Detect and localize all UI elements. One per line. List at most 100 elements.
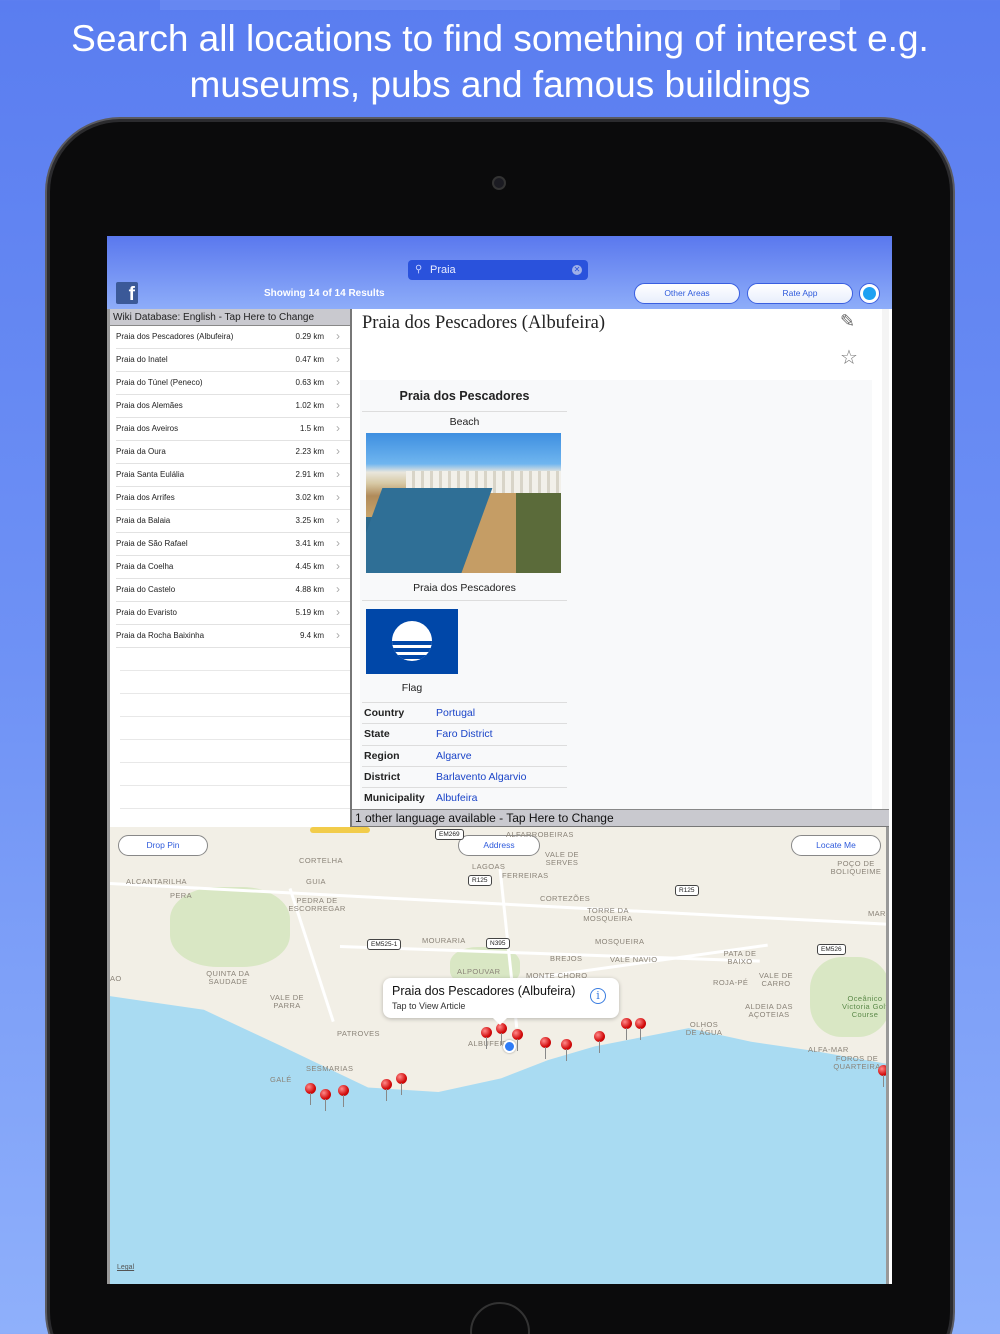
facebook-icon[interactable]: f (116, 282, 138, 305)
other-areas-button[interactable]: Other Areas (634, 283, 740, 304)
rate-app-button[interactable]: Rate App (747, 283, 853, 304)
chevron-right-icon: › (336, 490, 340, 504)
chevron-right-icon: › (336, 513, 340, 527)
place-label: PEDRA DE ESCORREGAR (288, 896, 346, 913)
map-pin-icon[interactable] (878, 1065, 886, 1087)
place-label: TORRE DA MOSQUEIRA (583, 906, 633, 923)
place-label: ALFARROBEIRAS (506, 830, 574, 839)
list-item-name: Praia do Castelo (116, 585, 176, 594)
field-value-link[interactable]: Portugal (436, 703, 475, 723)
pencil-icon[interactable]: ✎ (840, 311, 855, 332)
list-item[interactable]: Praia dos Arrifes 3.02 km › (116, 487, 350, 510)
place-label: BREJOS (550, 954, 583, 963)
list-item[interactable]: Praia da Oura 2.23 km › (116, 441, 350, 464)
blue-flag-image[interactable] (366, 609, 458, 674)
search-input[interactable]: ⚲ Praia ✕ (408, 260, 588, 280)
chevron-right-icon: › (336, 421, 340, 435)
list-item-distance: 3.02 km (295, 493, 324, 502)
place-label: CORTEZÕES (540, 894, 591, 903)
pin-stem (325, 1099, 326, 1111)
top-notch (160, 0, 840, 10)
list-item[interactable]: Praia de São Rafael 3.41 km › (116, 533, 350, 556)
list-item[interactable]: Praia dos Pescadores (Albufeira) 0.29 km › (116, 326, 350, 349)
list-item[interactable]: Praia da Coelha 4.45 km › (116, 556, 350, 579)
article-scrollbar[interactable] (882, 309, 889, 809)
place-label: AO (110, 974, 122, 983)
list-item[interactable]: Praia do Castelo 4.88 km › (116, 579, 350, 602)
twitter-icon[interactable] (859, 283, 880, 304)
pin-stem (401, 1083, 402, 1095)
list-item-name: Praia da Balaia (116, 516, 171, 525)
list-item-distance: 5.19 km (295, 608, 324, 617)
list-item-distance: 2.91 km (295, 470, 324, 479)
map-pin-icon[interactable] (381, 1079, 392, 1101)
search-value: Praia (430, 264, 456, 276)
legal-link[interactable]: Legal (117, 1264, 134, 1271)
map-pin-icon[interactable] (305, 1083, 316, 1105)
flag-caption: Flag (401, 682, 423, 694)
place-label: POÇO DE BOLIQUEIME (830, 859, 882, 876)
list-item[interactable]: Praia dos Aveiros 1.5 km › (116, 418, 350, 441)
info-icon[interactable]: i (590, 988, 606, 1004)
flag-wave (392, 648, 432, 652)
place-label: VALE DE CARRO (759, 971, 793, 988)
field-key: Municipality (364, 792, 425, 805)
list-item[interactable]: Praia do Inatel 0.47 km › (116, 349, 350, 372)
place-label: SESMARIAS (306, 1064, 354, 1073)
list-item[interactable]: Praia Santa Eulália 2.91 km › (116, 464, 350, 487)
place-label: GUIA (306, 877, 326, 886)
user-location-dot (503, 1040, 516, 1053)
pin-stem (517, 1039, 518, 1051)
empty-row (120, 717, 350, 740)
article-panel[interactable]: Praia dos Pescadores (Albufeira) ✎ ☆ Pra… (352, 309, 889, 810)
road-shield: EM525-1 (367, 939, 402, 950)
clear-search-icon[interactable]: ✕ (572, 265, 582, 275)
wiki-database-selector[interactable]: Wiki Database: English - Tap Here to Cha… (110, 309, 350, 326)
map-pin-icon[interactable] (396, 1073, 407, 1095)
pin-stem (486, 1037, 487, 1049)
place-label: ALDEIA DAS AÇOTEIAS (745, 1002, 793, 1019)
empty-row (120, 786, 350, 809)
road-shield: EM526 (817, 944, 846, 955)
headline-line-1: Search all locations to find something o… (71, 18, 929, 59)
list-item-name: Praia de São Rafael (116, 539, 188, 548)
map-pin-icon[interactable] (621, 1018, 632, 1040)
beach-photo[interactable] (366, 433, 561, 573)
list-item[interactable]: Praia do Evaristo 5.19 km › (116, 602, 350, 625)
callout-subtitle: Tap to View Article (392, 1001, 466, 1011)
camera-icon (492, 176, 506, 190)
list-item-name: Praia dos Alemães (116, 401, 183, 410)
field-value-link[interactable]: Algarve (436, 746, 472, 766)
field-value-link[interactable]: Barlavento Algarvio (436, 767, 526, 787)
map-callout[interactable]: Praia dos Pescadores (Albufeira) Tap to … (383, 978, 619, 1025)
star-icon[interactable]: ☆ (840, 345, 858, 370)
chevron-right-icon: › (336, 628, 340, 642)
language-selector[interactable]: 1 other language available - Tap Here to… (352, 809, 889, 827)
infobox-field: Region Algarve (362, 744, 567, 766)
results-list: Praia dos Pescadores (Albufeira) 0.29 km ›… (110, 326, 350, 648)
list-item[interactable]: Praia do Túnel (Peneco) 0.63 km › (116, 372, 350, 395)
map-pin-icon[interactable] (594, 1031, 605, 1053)
field-value-link[interactable]: Faro District (436, 724, 493, 744)
list-item[interactable]: Praia da Rocha Baixinha 9.4 km › (116, 625, 350, 648)
map-pin-icon[interactable] (481, 1027, 492, 1049)
map-pin-icon[interactable] (561, 1039, 572, 1061)
map-pin-icon[interactable] (635, 1018, 646, 1040)
locate-me-button[interactable]: Locate Me (791, 835, 881, 856)
field-value-link[interactable]: Albufeira (436, 788, 477, 808)
map-view[interactable]: Drop Pin Address Locate Me CORTELHA ALCA… (107, 827, 889, 1284)
callout-title: Praia dos Pescadores (Albufeira) (392, 984, 576, 998)
place-label: OLHOS DE ÁGUA (685, 1020, 723, 1037)
ipad-frame: f ⚲ Praia ✕ Showing 14 of 14 Results Oth… (50, 122, 950, 1334)
place-label: MOURARIA (422, 936, 466, 945)
map-pin-icon[interactable] (320, 1089, 331, 1111)
list-item-name: Praia da Rocha Baixinha (116, 631, 205, 640)
map-pin-icon[interactable] (540, 1037, 551, 1059)
drop-pin-button[interactable]: Drop Pin (118, 835, 208, 856)
list-item[interactable]: Praia dos Alemães 1.02 km › (116, 395, 350, 418)
map-pin-icon[interactable] (338, 1085, 349, 1107)
app-screen: f ⚲ Praia ✕ Showing 14 of 14 Results Oth… (107, 236, 892, 1284)
empty-row (120, 694, 350, 717)
list-item-distance: 4.88 km (295, 585, 324, 594)
list-item[interactable]: Praia da Balaia 3.25 km › (116, 510, 350, 533)
